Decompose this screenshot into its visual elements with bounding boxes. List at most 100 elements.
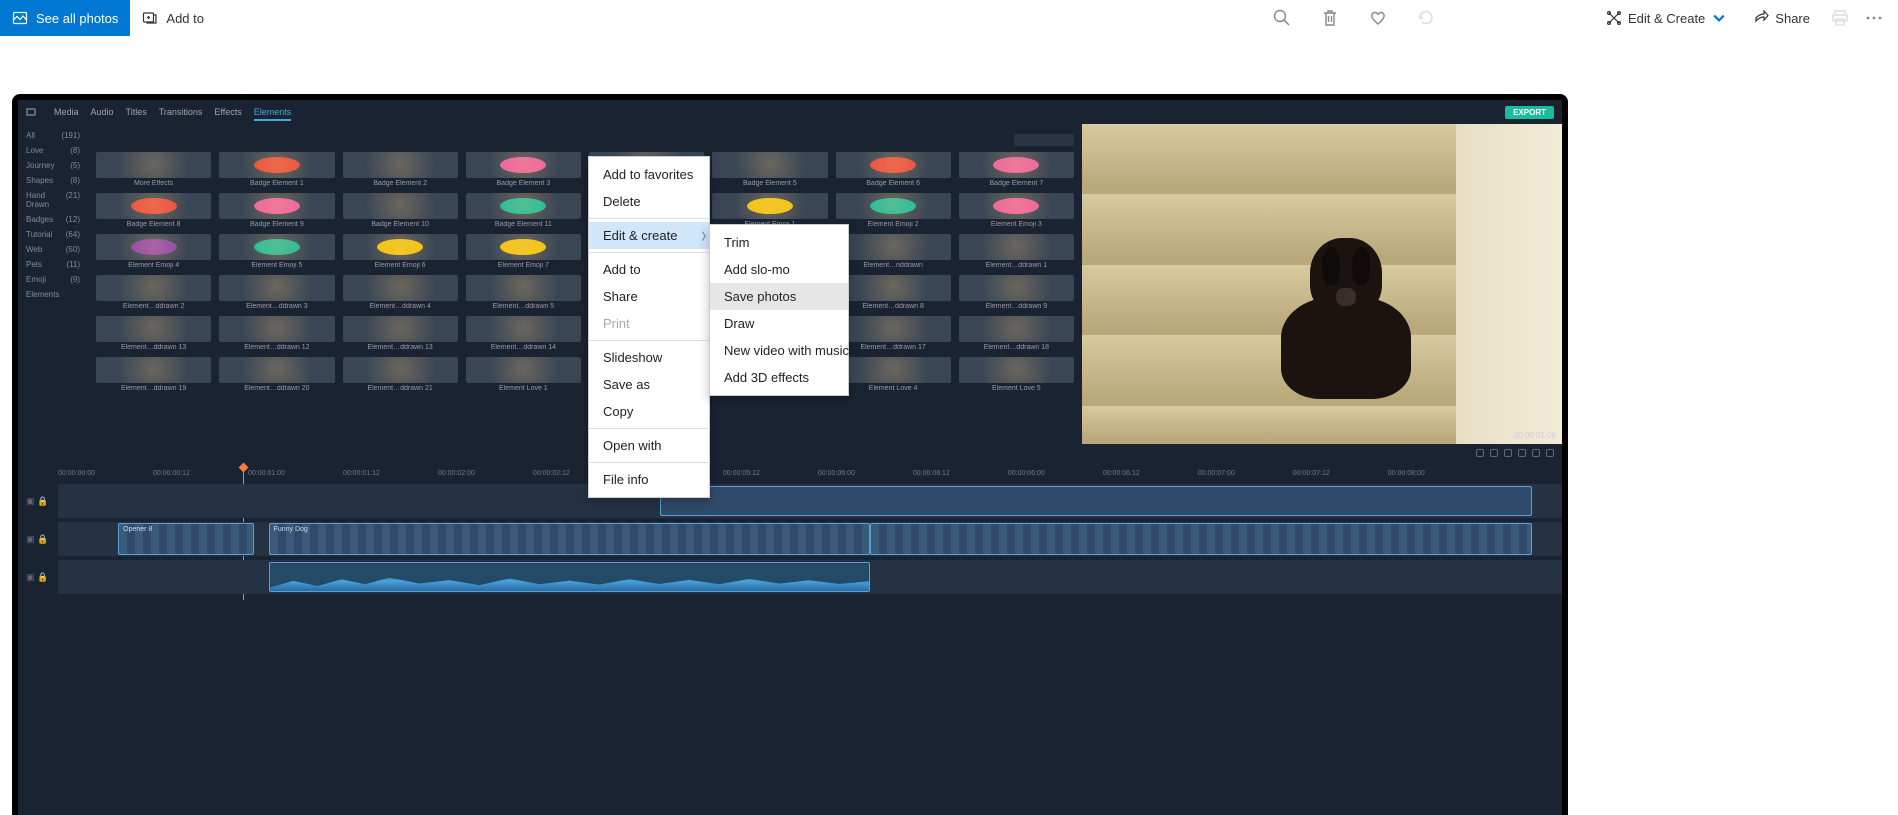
ctx-share[interactable]: Share [589, 283, 709, 310]
sidebar-cat-tutorial[interactable]: Tutorial(64) [22, 227, 84, 242]
element-item[interactable]: Element Love 5 [959, 357, 1074, 392]
export-button[interactable]: EXPORT [1505, 106, 1554, 119]
element-item[interactable]: Badge Element 2 [343, 152, 458, 187]
sidebar-cat-all[interactable]: All(191) [22, 128, 84, 143]
element-item[interactable]: Element…ddrawn 21 [343, 357, 458, 392]
element-item[interactable]: Element…ddrawn 2 [96, 275, 211, 310]
edit-create-button[interactable]: Edit & Create [1600, 0, 1733, 36]
see-all-photos-button[interactable]: See all photos [0, 0, 130, 36]
favorite-icon[interactable] [1368, 8, 1388, 28]
sidebar-cat-pets[interactable]: Pets(11) [22, 257, 84, 272]
element-item[interactable]: Element Love 1 [466, 357, 581, 392]
element-item[interactable]: Badge Element 3 [466, 152, 581, 187]
ctrl-6[interactable] [1546, 449, 1554, 457]
track-lane-overlay[interactable]: Pet Element 2 [58, 484, 1562, 518]
element-item[interactable]: Element Emoji 2 [836, 193, 951, 228]
element-item[interactable]: Element Emoji 4 [96, 234, 211, 269]
element-item[interactable]: Element…ddrawn 17 [836, 316, 951, 351]
ctx-open-with[interactable]: Open with [589, 432, 709, 459]
ctx-add-to[interactable]: Add to [589, 256, 709, 283]
element-item[interactable]: Badge Element 1 [219, 152, 334, 187]
ctx-sub-new-video-with-music[interactable]: New video with music [710, 337, 848, 364]
element-item[interactable]: Badge Element 11 [466, 193, 581, 228]
share-button[interactable]: Share [1747, 0, 1816, 36]
element-item[interactable]: Element Emoji 5 [219, 234, 334, 269]
add-to-label: Add to [166, 11, 204, 26]
element-item[interactable]: Badge Element 6 [836, 152, 951, 187]
sidebar-cat-hand-drawn[interactable]: Hand Drawn(21) [22, 188, 84, 212]
editor-tab-titles[interactable]: Titles [126, 107, 147, 119]
sidebar-cat-love[interactable]: Love(8) [22, 143, 84, 158]
element-item[interactable]: Element…ddrawn 5 [466, 275, 581, 310]
editor-tab-media[interactable]: Media [54, 107, 79, 119]
more-icon[interactable] [1864, 8, 1884, 28]
ctx-save-as[interactable]: Save as [589, 371, 709, 398]
sidebar-cat-badges[interactable]: Badges(12) [22, 212, 84, 227]
add-to-button[interactable]: Add to [130, 0, 216, 36]
editor-tab-elements[interactable]: Elements [254, 107, 292, 121]
element-item[interactable]: Element Emoji 1 [712, 193, 827, 228]
element-item[interactable]: Element…ddrawn 9 [959, 275, 1074, 310]
delete-icon[interactable] [1320, 8, 1340, 28]
element-item[interactable]: Element Emoji 6 [343, 234, 458, 269]
element-item[interactable]: Element…ddrawn 1 [959, 234, 1074, 269]
element-item[interactable]: Element…ddrawn 13 [343, 316, 458, 351]
ctx-file-info[interactable]: File info [589, 466, 709, 493]
element-item[interactable]: Badge Element 10 [343, 193, 458, 228]
ctx-slideshow[interactable]: Slideshow [589, 344, 709, 371]
ctx-add-to-favorites[interactable]: Add to favorites [589, 161, 709, 188]
ctx-delete[interactable]: Delete [589, 188, 709, 215]
ctx-sub-draw[interactable]: Draw [710, 310, 848, 337]
track-icons[interactable]: ▣ 🔒 [26, 572, 52, 583]
sidebar-cat-journey[interactable]: Journey(5) [22, 158, 84, 173]
track-lane-audio[interactable] [58, 560, 1562, 594]
element-item[interactable]: Element…ddrawn 20 [219, 357, 334, 392]
ctx-copy[interactable]: Copy [589, 398, 709, 425]
editor-tab-effects[interactable]: Effects [214, 107, 241, 119]
zoom-icon[interactable] [1272, 8, 1292, 28]
photo-viewport: Media Audio Titles Transitions Effects Elemen… [12, 94, 1568, 815]
toolbar-center [1262, 0, 1446, 36]
ctrl-2[interactable] [1490, 449, 1498, 457]
element-item[interactable]: Element…ddrawn 13 [96, 316, 211, 351]
element-item[interactable]: Element…nddrawn [836, 234, 951, 269]
edit-create-label: Edit & Create [1628, 11, 1705, 26]
ctrl-4[interactable] [1518, 449, 1526, 457]
element-item[interactable]: Badge Element 8 [96, 193, 211, 228]
ctx-sub-add-slo-mo[interactable]: Add slo-mo [710, 256, 848, 283]
element-item[interactable]: More Effects [96, 152, 211, 187]
element-item[interactable]: Element…ddrawn 8 [836, 275, 951, 310]
folder-icon[interactable] [26, 107, 36, 117]
ctrl-3[interactable] [1504, 449, 1512, 457]
element-item[interactable]: Element Emoji 3 [959, 193, 1074, 228]
track-lane-video[interactable]: Opener 8 Funny Dog [58, 522, 1562, 556]
ctx-sub-add-d-effects[interactable]: Add 3D effects [710, 364, 848, 391]
editor-tab-audio[interactable]: Audio [91, 107, 114, 119]
timeline-ruler[interactable]: 00:00:00:0000:00:00:1200:00:01:0000:00:0… [18, 466, 1562, 480]
element-item[interactable]: Badge Element 5 [712, 152, 827, 187]
element-item[interactable]: Element…ddrawn 18 [959, 316, 1074, 351]
element-item[interactable]: Element…ddrawn 3 [219, 275, 334, 310]
ctrl-5[interactable] [1532, 449, 1540, 457]
track-audio: ▣ 🔒 [18, 560, 1562, 594]
element-item[interactable]: Element…ddrawn 14 [466, 316, 581, 351]
editor-tab-transitions[interactable]: Transitions [159, 107, 203, 119]
element-item[interactable]: Element…ddrawn 4 [343, 275, 458, 310]
sidebar-cat-emoji[interactable]: Emoji(9) [22, 272, 84, 287]
sidebar-cat-shapes[interactable]: Shapes(8) [22, 173, 84, 188]
ctx-edit-create[interactable]: Edit & create〉 [589, 222, 709, 249]
element-item[interactable]: Element…ddrawn 12 [219, 316, 334, 351]
element-item[interactable]: Element…ddrawn 19 [96, 357, 211, 392]
search-input[interactable] [1014, 134, 1074, 146]
element-item[interactable]: Element Love 4 [836, 357, 951, 392]
sidebar-cat-elements[interactable]: Elements [22, 287, 84, 302]
track-icons[interactable]: ▣ 🔒 [26, 496, 52, 507]
sidebar-cat-web[interactable]: Web(50) [22, 242, 84, 257]
ctx-sub-trim[interactable]: Trim [710, 229, 848, 256]
track-icons[interactable]: ▣ 🔒 [26, 534, 52, 545]
element-item[interactable]: Badge Element 9 [219, 193, 334, 228]
ctrl-1[interactable] [1476, 449, 1484, 457]
element-item[interactable]: Badge Element 7 [959, 152, 1074, 187]
element-item[interactable]: Element Emoji 7 [466, 234, 581, 269]
ctx-sub-save-photos[interactable]: Save photos [710, 283, 848, 310]
